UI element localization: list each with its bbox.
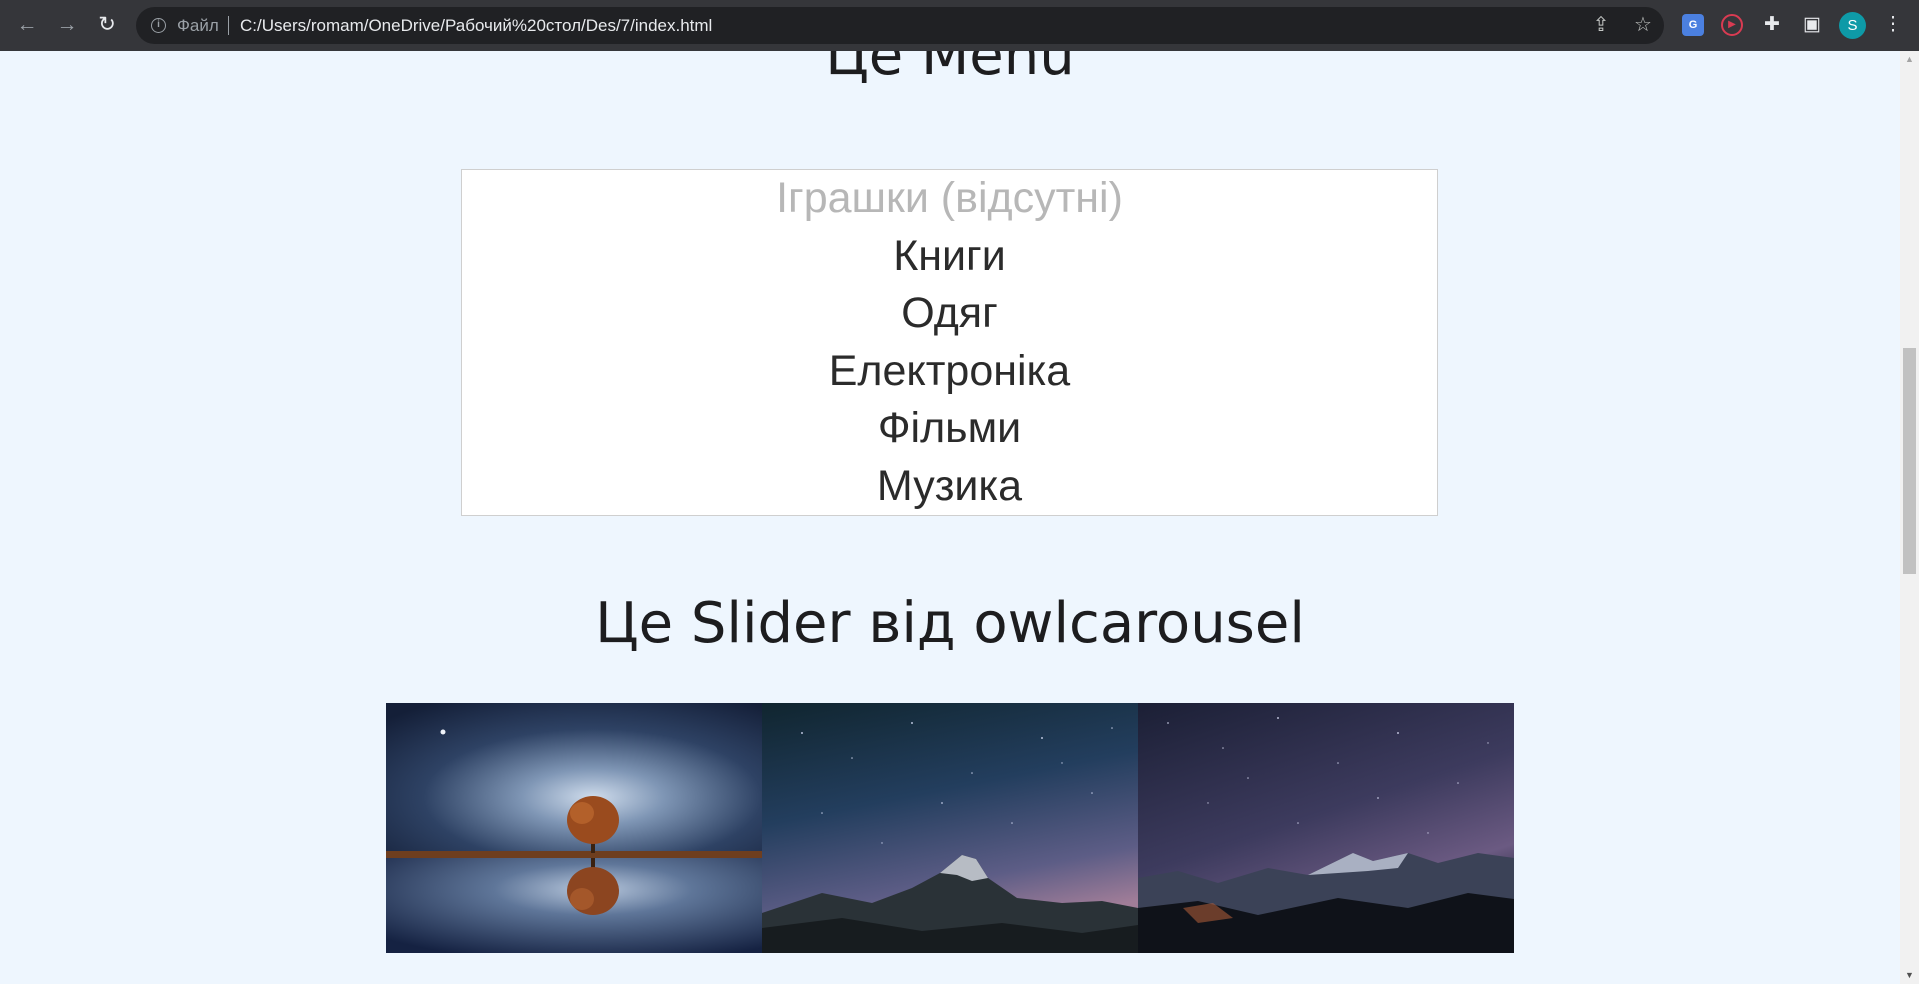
arrow-left-icon: ← xyxy=(16,13,38,36)
owl-carousel-slider[interactable] xyxy=(386,703,1514,953)
menu-heading: Це Menu xyxy=(825,51,1075,88)
profile-avatar[interactable]: S xyxy=(1839,12,1866,39)
back-button[interactable]: ← xyxy=(13,11,41,39)
menu-item-movies[interactable]: Фільми xyxy=(462,400,1437,458)
page-content: Це Menu Іграшки (відсутні) Книги Одяг Ел… xyxy=(0,51,1900,984)
share-icon[interactable]: ⇪ xyxy=(1587,7,1615,44)
slider-heading: Це Slider від owlcarousel xyxy=(595,591,1305,656)
menu-item-toys: Іграшки (відсутні) xyxy=(776,174,1123,222)
forward-button[interactable]: → xyxy=(53,11,81,39)
reload-icon: ↻ xyxy=(98,13,116,36)
browser-toolbar: ← → ↻ i Файл C:/Users/romam/OneDrive/Раб… xyxy=(0,0,1919,51)
address-bar[interactable]: i Файл C:/Users/romam/OneDrive/Рабочий%2… xyxy=(136,7,1664,44)
milky-way-mountains-image xyxy=(1138,703,1514,953)
slide-tree-reflection[interactable] xyxy=(386,703,762,953)
kebab-menu-icon[interactable]: ⋮ xyxy=(1878,10,1908,40)
scheme-label: Файл xyxy=(177,16,219,35)
scroll-down-arrow-icon[interactable]: ▼ xyxy=(1900,967,1919,984)
starry-mountain-peak-image xyxy=(762,703,1138,953)
menu-item-music[interactable]: Музика xyxy=(462,458,1437,516)
menu-item-electronics[interactable]: Електроніка xyxy=(462,343,1437,401)
reload-button[interactable]: ↻ xyxy=(93,11,121,39)
slide-milky-way[interactable] xyxy=(1138,703,1514,953)
side-panel-icon[interactable]: ▣ xyxy=(1797,10,1827,40)
arrow-right-icon: → xyxy=(56,13,78,36)
scroll-up-arrow-icon[interactable]: ▲ xyxy=(1900,51,1919,68)
scrollbar-thumb[interactable] xyxy=(1903,348,1916,574)
menu-item-books[interactable]: Книги xyxy=(462,228,1437,286)
page-scrollbar[interactable]: ▲ ▼ xyxy=(1900,51,1919,984)
address-divider xyxy=(228,16,229,35)
slide-mountain-peak[interactable] xyxy=(762,703,1138,953)
extensions-puzzle-icon[interactable]: ✚ xyxy=(1757,10,1787,40)
google-translate-extension-icon[interactable]: G xyxy=(1682,14,1704,36)
url-text[interactable]: C:/Users/romam/OneDrive/Рабочий%20стол/D… xyxy=(240,7,712,44)
tree-reflection-night-image xyxy=(386,703,762,953)
bookmark-star-icon[interactable]: ☆ xyxy=(1629,7,1657,44)
menu-list: Іграшки (відсутні) Книги Одяг Електронік… xyxy=(461,169,1438,516)
record-extension-icon[interactable]: ▶ xyxy=(1721,14,1743,36)
menu-item-clothes[interactable]: Одяг xyxy=(462,285,1437,343)
info-icon[interactable]: i xyxy=(151,18,166,33)
